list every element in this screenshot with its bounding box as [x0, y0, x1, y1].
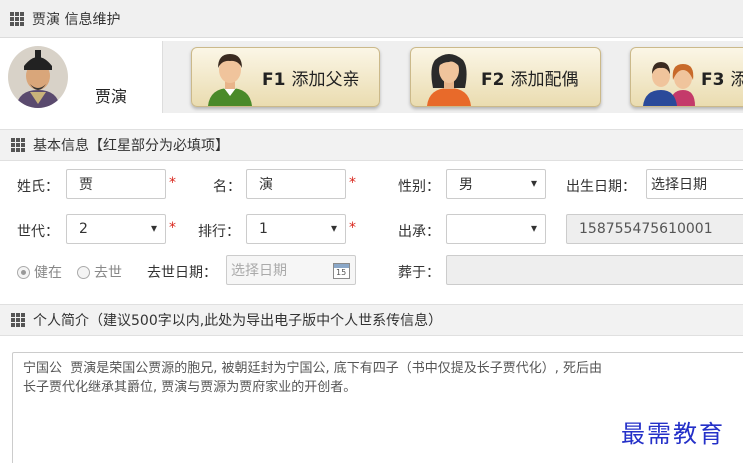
- gender-select[interactable]: 男: [446, 169, 546, 199]
- gender-label: 性别：: [398, 179, 440, 195]
- lineage-label: 出承：: [398, 224, 440, 240]
- alive-radio[interactable]: 健在: [17, 262, 62, 282]
- title-bar: 贾演 信息维护: [0, 0, 743, 38]
- watermark: 最需教育: [621, 420, 725, 448]
- burial-input: [446, 255, 743, 285]
- section-title: 个人简介（建议500字以内,此处为导出电子版中个人世系传信息）: [33, 313, 443, 329]
- section-title: 基本信息【红星部分为必填项】: [33, 138, 229, 154]
- bio-header: 个人简介（建议500字以内,此处为导出电子版中个人世系传信息）: [0, 304, 743, 336]
- given-name-input[interactable]: 演: [246, 169, 346, 199]
- radio-icon: [77, 265, 90, 279]
- window-title: 贾演 信息维护: [32, 11, 121, 28]
- required-star: *: [169, 220, 176, 236]
- lineage-select[interactable]: [446, 214, 546, 244]
- generation-select[interactable]: 2: [66, 214, 166, 244]
- basic-info-header: 基本信息【红星部分为必填项】: [0, 129, 743, 161]
- button-label: 添加父亲: [291, 69, 360, 90]
- grid-icon: [11, 138, 25, 152]
- birth-date-input[interactable]: 选择日期: [646, 169, 743, 199]
- person-card: 贾演: [0, 41, 163, 113]
- shortcut-key: F2: [481, 69, 505, 90]
- avatar: [8, 46, 68, 108]
- add-child-button[interactable]: F3添: [630, 47, 743, 107]
- rank-label: 排行：: [198, 224, 240, 240]
- required-star: *: [169, 175, 176, 191]
- grid-icon: [11, 313, 25, 327]
- button-label: 添: [730, 70, 743, 90]
- radio-selected-icon: [17, 265, 30, 279]
- death-date-input: 选择日期 15: [226, 255, 356, 285]
- button-label: 添加配偶: [510, 69, 579, 90]
- add-spouse-button[interactable]: F2 添加配偶: [410, 47, 601, 107]
- required-star: *: [349, 175, 356, 191]
- required-star: *: [349, 220, 356, 236]
- rank-select[interactable]: 1: [246, 214, 346, 244]
- person-name: 贾演: [95, 87, 128, 106]
- grid-menu-icon: [10, 11, 24, 26]
- surname-input[interactable]: 贾: [66, 169, 166, 199]
- death-date-label: 去世日期：: [147, 265, 217, 281]
- shortcut-key: F3: [701, 69, 725, 90]
- generation-label: 世代：: [17, 224, 59, 240]
- female-figure-icon: [427, 54, 471, 106]
- given-name-label: 名：: [213, 179, 241, 195]
- deceased-radio[interactable]: 去世: [77, 262, 122, 282]
- surname-label: 姓氏：: [17, 179, 59, 195]
- calendar-icon[interactable]: 15: [333, 263, 350, 279]
- shortcut-key: F1: [262, 69, 286, 90]
- add-father-button[interactable]: F1 添加父亲: [191, 47, 380, 107]
- id-number-field: 158755475610001: [566, 214, 743, 244]
- action-toolbar: 贾演 F1添加父亲 F2添加配偶 F3添: [0, 41, 743, 113]
- burial-label: 葬于：: [398, 265, 440, 281]
- male-figure-icon: [208, 54, 252, 106]
- birth-date-label: 出生日期：: [566, 179, 636, 195]
- children-figure-icon: [643, 62, 695, 106]
